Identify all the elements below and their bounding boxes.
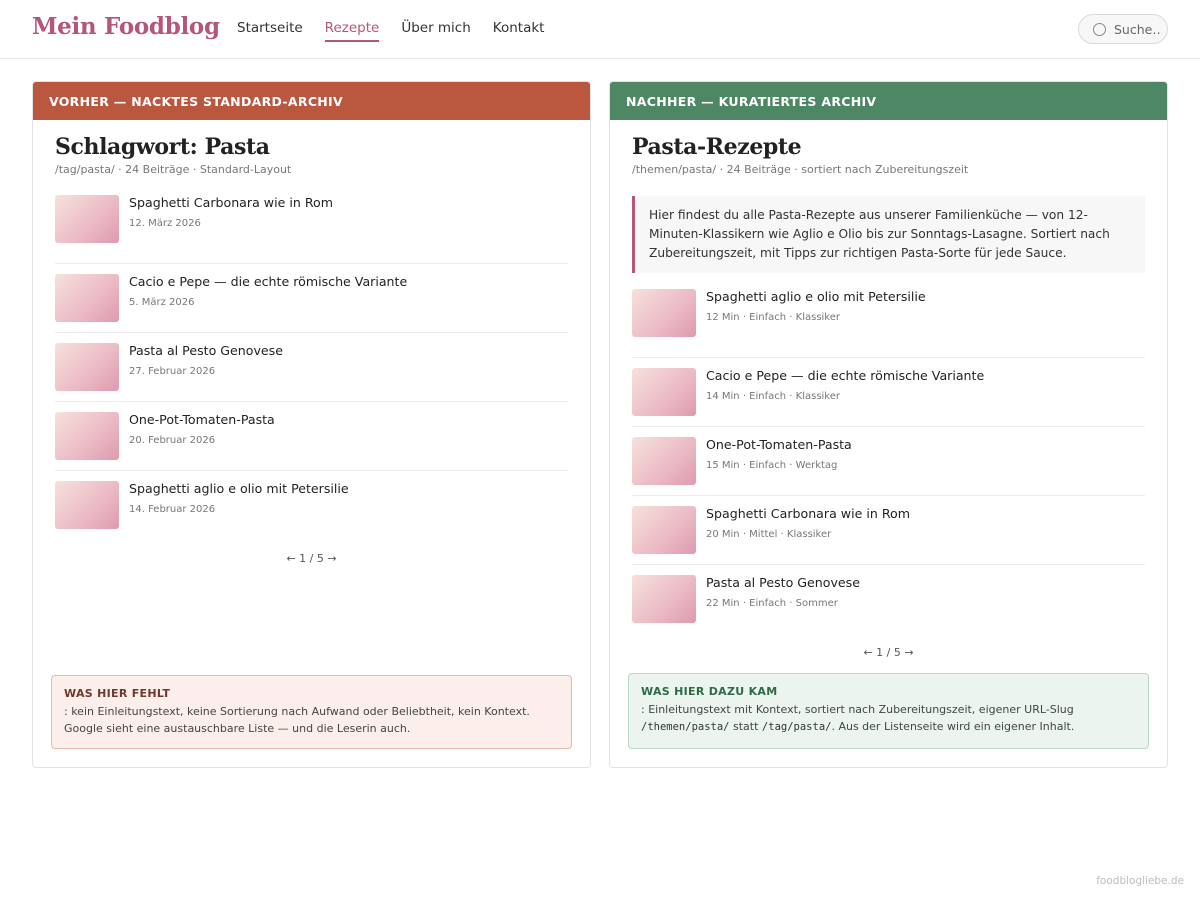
post-thumbnail[interactable]	[632, 368, 696, 416]
list-item[interactable]: Spaghetti aglio e olio mit Petersilie 14…	[55, 471, 568, 540]
footer-credit: foodblogliebe.de	[1096, 875, 1184, 887]
post-date: 20. Februar 2026	[129, 435, 216, 446]
nav-kontakt[interactable]: Kontakt	[493, 20, 545, 42]
list-item[interactable]: Cacio e Pepe — die echte römische Varian…	[55, 264, 568, 333]
after-page-title: Pasta-Rezepte	[632, 134, 802, 160]
after-panel-header: NACHHER — KURATIERTES ARCHIV	[610, 82, 1167, 120]
after-note-title: WAS HIER DAZU KAM	[641, 685, 778, 698]
nav-ueber-mich[interactable]: Über mich	[401, 20, 470, 42]
post-thumbnail[interactable]	[632, 289, 696, 337]
after-panel: NACHHER — KURATIERTES ARCHIV Pasta-Rezep…	[609, 81, 1168, 768]
url-slug-new: /themen/pasta/	[641, 721, 730, 733]
list-item[interactable]: Cacio e Pepe — die echte römische Varian…	[632, 358, 1145, 427]
url-slug-old: /tag/pasta/	[761, 721, 832, 733]
post-title[interactable]: Pasta al Pesto Genovese	[706, 575, 860, 590]
nav-rezepte[interactable]: Rezepte	[324, 20, 380, 42]
post-thumbnail[interactable]	[55, 481, 119, 529]
post-thumbnail[interactable]	[55, 274, 119, 322]
post-meta: 14 Min · Einfach · Klassiker	[706, 391, 840, 402]
after-page-meta: /themen/pasta/ · 24 Beiträge · sortiert …	[632, 163, 969, 176]
post-thumbnail[interactable]	[632, 437, 696, 485]
list-item[interactable]: One-Pot-Tomaten-Pasta 15 Min · Einfach ·…	[632, 427, 1145, 496]
post-thumbnail[interactable]	[55, 412, 119, 460]
before-panel-body: Schlagwort: Pasta /tag/pasta/ · 24 Beitr…	[33, 120, 590, 565]
before-post-list: Spaghetti Carbonara wie in Rom 12. März …	[55, 195, 568, 540]
post-meta: 15 Min · Einfach · Werktag	[706, 460, 838, 471]
list-item[interactable]: Spaghetti Carbonara wie in Rom 12. März …	[55, 195, 568, 264]
list-item[interactable]: Pasta al Pesto Genovese 22 Min · Einfach…	[632, 565, 1145, 634]
search-box[interactable]	[1078, 14, 1168, 44]
before-panel-header: VORHER — NACKTES STANDARD-ARCHIV	[33, 82, 590, 120]
main-nav: Startseite Rezepte Über mich Kontakt	[237, 20, 544, 42]
list-item[interactable]: Spaghetti aglio e olio mit Petersilie 12…	[632, 289, 1145, 358]
post-date: 5. März 2026	[129, 297, 195, 308]
nav-startseite[interactable]: Startseite	[237, 20, 303, 42]
post-title[interactable]: Spaghetti aglio e olio mit Petersilie	[706, 289, 926, 304]
before-note-box: WAS HIER FEHLT : kein Einleitungstext, k…	[51, 675, 572, 749]
before-page-meta: /tag/pasta/ · 24 Beiträge · Standard-Lay…	[55, 163, 292, 176]
post-thumbnail[interactable]	[632, 575, 696, 623]
after-note-box: WAS HIER DAZU KAM : Einleitungstext mit …	[628, 673, 1149, 749]
site-logo[interactable]: Mein Foodblog	[32, 13, 220, 40]
list-item[interactable]: Spaghetti Carbonara wie in Rom 20 Min · …	[632, 496, 1145, 565]
after-note-text: : Einleitungstext mit Kontext, sortiert …	[641, 703, 1075, 733]
post-title[interactable]: Spaghetti aglio e olio mit Petersilie	[129, 481, 349, 496]
post-title[interactable]: One-Pot-Tomaten-Pasta	[706, 437, 852, 452]
before-pagination[interactable]: ← 1 / 5 →	[55, 552, 568, 565]
post-thumbnail[interactable]	[55, 195, 119, 243]
after-intro-text: Hier findest du alle Pasta-Rezepte aus u…	[632, 196, 1145, 273]
post-thumbnail[interactable]	[632, 506, 696, 554]
post-meta: 20 Min · Mittel · Klassiker	[706, 529, 832, 540]
before-panel: VORHER — NACKTES STANDARD-ARCHIV Schlagw…	[32, 81, 591, 768]
post-meta: 12 Min · Einfach · Klassiker	[706, 312, 840, 323]
list-item[interactable]: One-Pot-Tomaten-Pasta 20. Februar 2026	[55, 402, 568, 471]
site-header: Mein Foodblog Startseite Rezepte Über mi…	[0, 0, 1200, 59]
post-meta: 22 Min · Einfach · Sommer	[706, 598, 838, 609]
after-pagination[interactable]: ← 1 / 5 →	[632, 646, 1145, 659]
post-date: 14. Februar 2026	[129, 504, 216, 515]
post-title[interactable]: Cacio e Pepe — die echte römische Varian…	[706, 368, 984, 383]
search-icon	[1093, 22, 1106, 36]
post-title[interactable]: One-Pot-Tomaten-Pasta	[129, 412, 275, 427]
before-page-title: Schlagwort: Pasta	[55, 134, 270, 160]
before-note-title: WAS HIER FEHLT	[64, 687, 171, 700]
after-post-list: Spaghetti aglio e olio mit Petersilie 12…	[632, 289, 1145, 634]
post-title[interactable]: Cacio e Pepe — die echte römische Varian…	[129, 274, 407, 289]
after-panel-body: Pasta-Rezepte /themen/pasta/ · 24 Beiträ…	[610, 120, 1167, 659]
post-date: 27. Februar 2026	[129, 366, 216, 377]
post-title[interactable]: Spaghetti Carbonara wie in Rom	[129, 195, 333, 210]
post-title[interactable]: Spaghetti Carbonara wie in Rom	[706, 506, 910, 521]
post-date: 12. März 2026	[129, 218, 201, 229]
list-item[interactable]: Pasta al Pesto Genovese 27. Februar 2026	[55, 333, 568, 402]
search-input[interactable]	[1114, 21, 1160, 37]
before-note-text: : kein Einleitungstext, keine Sortierung…	[64, 705, 530, 735]
post-title[interactable]: Pasta al Pesto Genovese	[129, 343, 283, 358]
post-thumbnail[interactable]	[55, 343, 119, 391]
